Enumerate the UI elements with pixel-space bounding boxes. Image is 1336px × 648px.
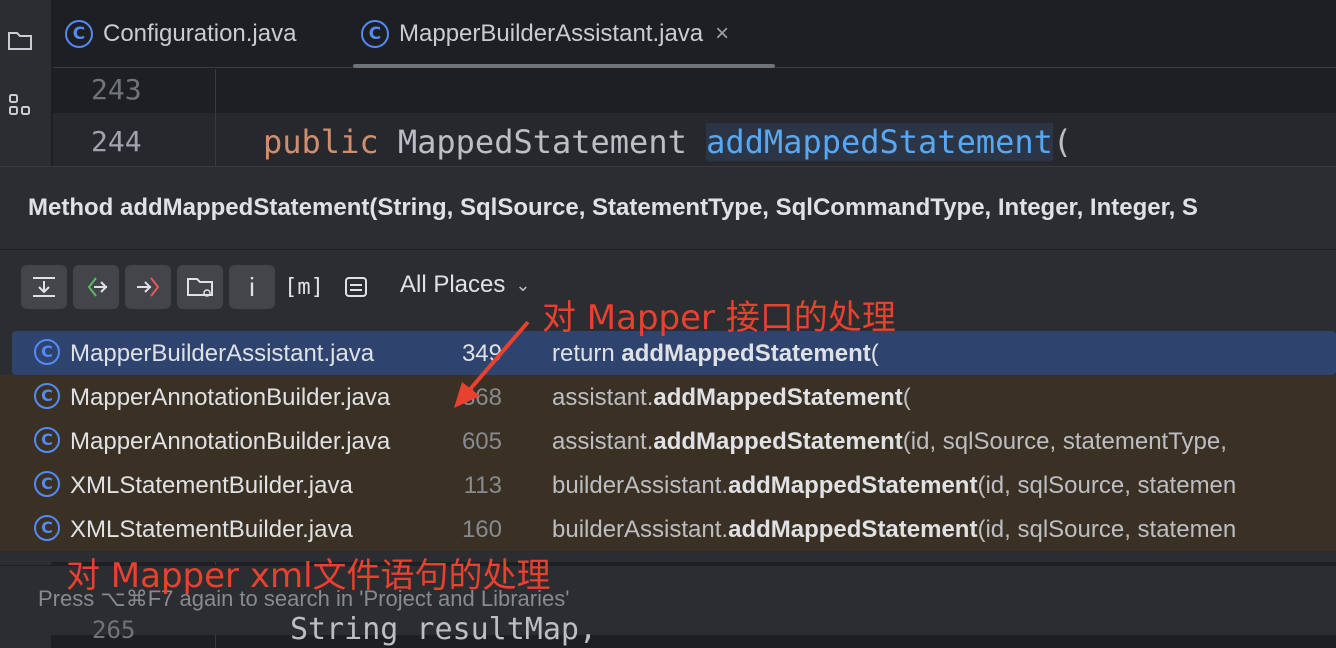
tab-label: MapperBuilderAssistant.java bbox=[399, 20, 704, 47]
usage-row[interactable]: C XMLStatementBuilder.java 160 builderAs… bbox=[0, 507, 1336, 551]
usage-file: MapperAnnotationBuilder.java bbox=[70, 384, 391, 411]
annotation-mapper-xml: 对 Mapper xml文件语句的处理 bbox=[66, 556, 551, 596]
tab-mapper-builder-assistant[interactable]: C MapperBuilderAssistant.java × bbox=[352, 0, 776, 68]
usage-line: 113 bbox=[463, 472, 502, 499]
popup-title: Method addMappedStatement(String, SqlSou… bbox=[0, 167, 1336, 250]
usage-line: 160 bbox=[461, 516, 502, 543]
line-number: 265 bbox=[92, 616, 136, 644]
code-line: public MappedStatement addMappedStatemen… bbox=[263, 123, 1072, 161]
info-label: i bbox=[249, 271, 255, 302]
usage-file: XMLStatementBuilder.java bbox=[70, 516, 353, 543]
info-icon[interactable]: i bbox=[229, 265, 275, 309]
usage-row[interactable]: C MapperAnnotationBuilder.java 368 assis… bbox=[0, 375, 1336, 419]
folder-icon[interactable] bbox=[6, 26, 34, 54]
structure-icon[interactable] bbox=[6, 92, 34, 120]
usage-row[interactable]: C XMLStatementBuilder.java 113 builderAs… bbox=[0, 463, 1336, 507]
usage-snippet: builderAssistant.addMappedStatement(id, … bbox=[552, 472, 1237, 499]
merge-label: [m] bbox=[284, 274, 324, 300]
usage-line: 605 bbox=[461, 428, 502, 455]
usages-list: C MapperBuilderAssistant.java 349 return… bbox=[0, 331, 1336, 551]
annotation-arrow-icon bbox=[454, 320, 530, 408]
method-name[interactable]: addMappedStatement bbox=[706, 123, 1053, 161]
module-filter-icon[interactable] bbox=[177, 265, 223, 309]
tab-label: Configuration.java bbox=[103, 20, 297, 47]
editor-tab-bar: C Configuration.java C MapperBuilderAssi… bbox=[53, 0, 1336, 68]
usage-file: MapperBuilderAssistant.java bbox=[70, 340, 375, 367]
expand-icon[interactable] bbox=[21, 265, 67, 309]
close-icon[interactable]: × bbox=[715, 20, 729, 48]
class-icon: C bbox=[34, 427, 60, 453]
usage-snippet: return addMappedStatement( bbox=[552, 340, 879, 367]
preview-icon[interactable] bbox=[333, 265, 379, 309]
usage-snippet: builderAssistant.addMappedStatement(id, … bbox=[552, 516, 1237, 543]
show-usages-popup: Method addMappedStatement(String, SqlSou… bbox=[0, 166, 1336, 635]
usage-snippet: assistant.addMappedStatement( bbox=[552, 384, 911, 411]
read-access-icon[interactable] bbox=[73, 265, 119, 309]
usage-file: XMLStatementBuilder.java bbox=[70, 472, 353, 499]
return-type: MappedStatement bbox=[397, 123, 687, 161]
tab-configuration[interactable]: C Configuration.java bbox=[65, 0, 296, 68]
write-access-icon[interactable] bbox=[125, 265, 171, 309]
open-paren: ( bbox=[1052, 123, 1073, 161]
class-icon: C bbox=[34, 471, 60, 497]
class-icon: C bbox=[65, 20, 93, 48]
line-number: 244 bbox=[91, 125, 142, 158]
usage-file: MapperAnnotationBuilder.java bbox=[70, 428, 391, 455]
chevron-down-icon: ⌄ bbox=[515, 274, 531, 295]
scope-dropdown[interactable]: All Places ⌄ bbox=[400, 271, 530, 299]
scope-label: All Places bbox=[400, 271, 506, 298]
usage-snippet: assistant.addMappedStatement(id, sqlSour… bbox=[552, 428, 1227, 455]
annotation-mapper-interface: 对 Mapper 接口的处理 bbox=[542, 298, 896, 338]
class-icon: C bbox=[34, 383, 60, 409]
class-icon: C bbox=[34, 515, 60, 541]
keyword: public bbox=[263, 123, 379, 161]
code-line: String resultMap, bbox=[290, 612, 598, 647]
class-icon: C bbox=[361, 20, 389, 48]
class-icon: C bbox=[34, 339, 60, 365]
usage-row[interactable]: C MapperAnnotationBuilder.java 605 assis… bbox=[0, 419, 1336, 463]
merge-icon[interactable]: [m] bbox=[281, 265, 327, 309]
line-number: 243 bbox=[91, 73, 142, 106]
